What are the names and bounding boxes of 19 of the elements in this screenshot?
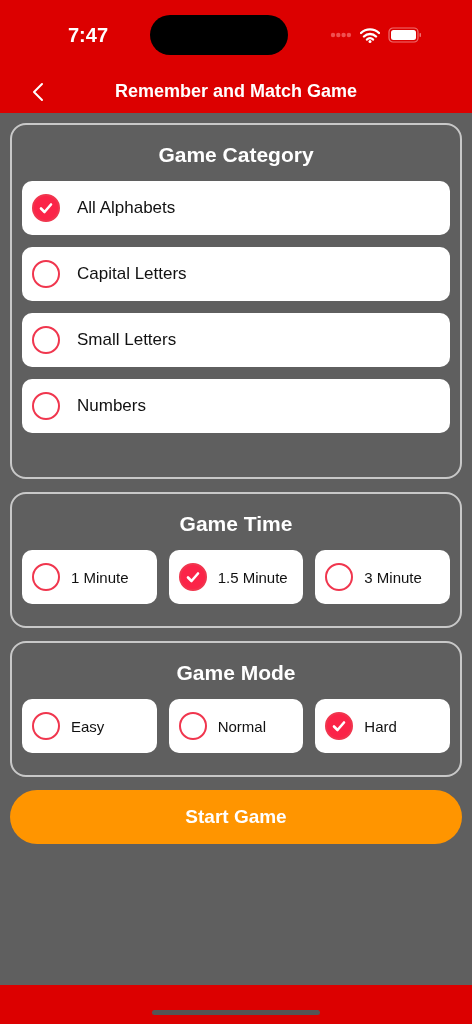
option-button[interactable]: 3 Minute [315, 550, 450, 604]
screen-title: Remember and Match Game [114, 81, 358, 102]
battery-icon [388, 27, 422, 43]
option-button[interactable]: All Alphabets [22, 181, 450, 235]
option-button[interactable]: Small Letters [22, 313, 450, 367]
option-button[interactable]: Easy [22, 699, 157, 753]
option-button[interactable]: 1 Minute [22, 550, 157, 604]
option-button[interactable]: Numbers [22, 379, 450, 433]
section-title: Game Category [157, 142, 315, 168]
option-button[interactable]: Normal [168, 699, 304, 753]
wifi-icon [360, 27, 380, 43]
section-title: Game Mode [175, 660, 297, 686]
option-button[interactable]: 1.5 Minute [168, 550, 304, 604]
section-title: Game Time [178, 511, 294, 537]
option-button[interactable]: Hard [315, 699, 450, 753]
signal-icon [330, 32, 352, 38]
back-icon [32, 82, 44, 102]
status-time: 7:47 [68, 23, 109, 47]
option-button[interactable]: Capital Letters [22, 247, 450, 301]
